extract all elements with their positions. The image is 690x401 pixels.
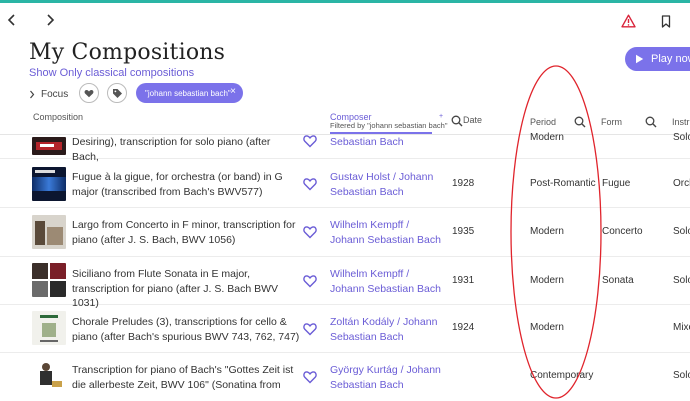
play-now-label: Play now [651,53,690,65]
period-cell: Post-Romantic [530,178,596,189]
chevron-left-icon [7,14,15,26]
composition-title[interactable]: Fugue à la gigue, for orchestra (or band… [72,170,300,199]
table-row[interactable]: Siciliano from Flute Sonata in E major, … [0,257,690,309]
heart-icon [84,89,94,97]
tag-icon [112,88,122,98]
date-cell: 1928 [452,178,475,189]
composition-title[interactable]: Transcription for piano of Bach's "Gotte… [72,363,300,392]
date-cell: 1935 [452,226,475,237]
composer-link[interactable]: Gustav Holst / Johann Sebastian Bach [330,170,445,199]
table-row[interactable]: Largo from Concerto in F minor, transcri… [0,208,690,257]
form-cell: Sonata [602,275,634,286]
search-icon[interactable] [645,116,657,128]
top-accent-bar [0,0,690,3]
album-thumbnail [32,137,66,155]
composition-title[interactable]: Siciliano from Flute Sonata in E major, … [72,267,300,311]
favorites-filter-button[interactable] [79,83,99,103]
period-cell: Modern [530,226,564,237]
play-now-button[interactable]: Play now [625,47,690,71]
warning-triangle-icon [620,14,636,28]
play-icon [636,54,644,64]
period-cell: Contemporary [530,370,594,381]
composer-link[interactable]: György Kurtág / Johann Sebastian Bach [330,363,445,392]
period-cell: Modern [530,322,564,333]
album-thumbnail [32,311,66,345]
instrument-cell: Solo [673,275,690,286]
form-cell: Concerto [602,226,643,237]
table-row[interactable]: Chorale Preludes (3), transcriptions for… [0,305,690,353]
table-row[interactable]: Desiring), transcription for solo piano … [0,132,690,163]
show-classical-link[interactable]: Show Only classical compositions [29,67,194,79]
chevron-right-icon [30,90,35,98]
composition-title[interactable]: Largo from Concerto in F minor, transcri… [72,218,300,247]
instrument-cell: Solo [673,370,690,381]
chevron-right-icon [47,14,55,26]
table-row[interactable]: Fugue à la gigue, for orchestra (or band… [0,160,690,208]
date-cell: 1931 [452,275,475,286]
search-icon[interactable] [574,116,586,128]
tag-filter-button[interactable] [107,83,127,103]
heart-icon[interactable] [303,177,317,191]
filter-chip-label: "johann sebastian bach" [145,88,231,98]
table-row[interactable]: Transcription for piano of Bach's "Gotte… [0,353,690,401]
album-thumbnail [32,215,66,249]
filter-chip[interactable]: "johann sebastian bach" × [136,83,243,103]
album-thumbnail [32,263,66,297]
heart-icon[interactable] [303,225,317,239]
composer-link[interactable]: Wilhelm Kempff / Johann Sebastian Bach [330,218,445,247]
instrument-cell: Solo [673,132,690,143]
search-icon[interactable] [451,115,463,127]
date-cell: 1924 [452,322,475,333]
filter-chip-close-button[interactable]: × [230,86,236,97]
composer-link[interactable]: Wilhelm Kempff / Johann Sebastian Bach [330,267,445,296]
focus-label: Focus [41,88,69,100]
heart-icon[interactable] [303,370,317,384]
forward-button[interactable] [40,10,60,30]
composer-link[interactable]: Zoltán Kodály / Johann Sebastian Bach [330,315,445,344]
column-header-composition[interactable]: Composition [33,112,83,134]
heart-icon[interactable] [303,134,317,148]
form-cell: Fugue [602,178,631,189]
sort-indicator: + [439,113,444,120]
album-thumbnail [32,359,66,393]
composer-filter-note: Filtered by "johann sebastian bach" [330,121,448,130]
page-title: My Compositions [29,40,226,65]
period-cell: Modern [530,132,564,143]
instrument-cell: Mixe [673,322,690,333]
report-button[interactable] [616,10,640,32]
bookmark-button[interactable] [654,10,678,32]
album-thumbnail [32,167,66,201]
heart-icon[interactable] [303,322,317,336]
instrument-cell: Orch [673,178,690,189]
heart-icon[interactable] [303,274,317,288]
focus-toggle[interactable]: Focus [29,86,68,102]
period-cell: Modern [530,275,564,286]
composer-link[interactable]: Sebastian Bach [330,135,445,150]
back-button[interactable] [2,10,22,30]
bookmark-icon [661,14,671,28]
composition-title[interactable]: Chorale Preludes (3), transcriptions for… [72,315,300,344]
instrument-cell: Solo [673,226,690,237]
